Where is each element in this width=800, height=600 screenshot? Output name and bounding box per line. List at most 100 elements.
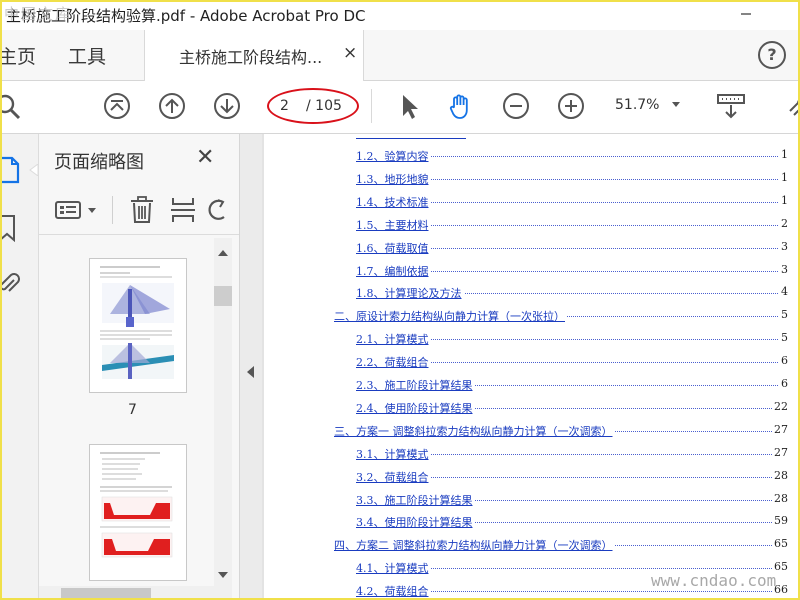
- scrollbar-thumb[interactable]: [214, 286, 232, 306]
- search-icon[interactable]: [0, 91, 22, 121]
- scroll-down-icon[interactable]: [218, 572, 228, 578]
- toc-entry-page: 2: [779, 216, 788, 230]
- scroll-up-icon[interactable]: [218, 250, 228, 256]
- highlight-ring: [267, 88, 359, 124]
- cut-off-toc-line: [356, 134, 466, 139]
- toc-entry-label: 4.2、荷载组合: [356, 583, 431, 600]
- zoom-in-icon[interactable]: [556, 91, 586, 121]
- tab-document[interactable]: 主桥施工阶段结构... ×: [144, 30, 364, 81]
- toc-entry-page: 5: [779, 331, 788, 345]
- scroll-mode-icon[interactable]: [716, 91, 746, 121]
- toc-entry-page: 6: [779, 354, 788, 368]
- zoom-dropdown-icon[interactable]: [672, 102, 680, 107]
- tab-tools[interactable]: 工具: [68, 42, 106, 69]
- thumbnail-list: 7: [39, 238, 215, 600]
- bookmarks-icon[interactable]: [0, 214, 20, 242]
- toc-entry[interactable]: 1.7、编制依据 3: [356, 261, 788, 281]
- toc-entry-label: 1.6、荷载取值: [356, 239, 431, 256]
- toc-entry[interactable]: 三、方案一 调整斜拉索力结构纵向静力计算（一次调索） 27: [334, 421, 788, 441]
- extract-pages-icon[interactable]: [170, 196, 196, 224]
- first-page-icon[interactable]: [102, 91, 132, 121]
- navigation-rail: [0, 134, 39, 600]
- document-tab-label: 主桥施工阶段结构...: [179, 48, 323, 67]
- active-indicator-icon: [29, 164, 38, 176]
- rotate-pages-icon[interactable]: [207, 198, 227, 224]
- toc-entry-label: 3.3、施工阶段计算结果: [356, 491, 475, 508]
- panel-splitter[interactable]: [240, 134, 262, 600]
- toc-entry[interactable]: 2.2、荷载组合 6: [356, 352, 788, 372]
- toc-entry-page: 1: [779, 170, 788, 184]
- toc-entry-label: 1.8、计算理论及方法: [356, 285, 464, 302]
- title-bar: 主桥施工阶段结构验算.pdf - Adobe Acrobat Pro DC 中国…: [0, 0, 800, 30]
- toc-entry-page: 27: [772, 445, 788, 459]
- toc-entry[interactable]: 1.5、主要材料 2: [356, 215, 788, 235]
- toc-entry-page: 4: [779, 285, 788, 299]
- main-toolbar: 2 / 105 51.7%: [0, 81, 800, 134]
- thumbnail-horizontal-scrollbar[interactable]: [39, 586, 215, 600]
- toc-entry-label: 1.2、验算内容: [356, 148, 431, 164]
- toc-entry-label: 2.3、施工阶段计算结果: [356, 377, 475, 393]
- close-tab-icon[interactable]: ×: [343, 43, 357, 63]
- thumbnail-scrollbar[interactable]: [214, 238, 232, 600]
- thumbnail-options-icon[interactable]: [55, 200, 83, 220]
- minimize-icon[interactable]: [738, 6, 754, 22]
- zoom-out-icon[interactable]: [501, 91, 531, 121]
- toc-entry-label: 1.4、技术标准: [356, 193, 431, 210]
- toc-entry[interactable]: 2.3、施工阶段计算结果 6: [356, 375, 788, 395]
- toolbar-divider: [371, 89, 372, 123]
- toc-entry[interactable]: 1.6、荷载取值 3: [356, 238, 788, 258]
- panel-title: 页面缩略图: [54, 152, 144, 173]
- horizontal-scroll-thumb[interactable]: [61, 588, 151, 598]
- zoom-level[interactable]: 51.7%: [615, 97, 659, 113]
- toc-entry-page: 1: [779, 193, 788, 207]
- toc-entry-page: 3: [779, 239, 788, 253]
- toc-entry[interactable]: 1.8、计算理论及方法 4: [356, 283, 788, 303]
- page-thumbnail[interactable]: [89, 444, 187, 581]
- page-number-box[interactable]: 2 / 105: [267, 88, 360, 124]
- toc-entry-label: 2.1、计算模式: [356, 331, 431, 348]
- toc-entry-label: 1.3、地形地貌: [356, 170, 431, 187]
- toc-entry[interactable]: 1.3、地形地貌 1: [356, 169, 788, 189]
- toc-entry[interactable]: 3.4、使用阶段计算结果 59: [356, 512, 788, 532]
- toolbar-divider: [112, 196, 113, 224]
- previous-page-icon[interactable]: [157, 91, 187, 121]
- tools-more-icon[interactable]: [784, 91, 800, 121]
- toc-entry[interactable]: 3.1、计算模式 27: [356, 444, 788, 464]
- pdf-page: 1.2、验算内容 1 1.3、地形地貌 1 1.4、技术标准 1 1.5、主要材料 2 1.6、…: [264, 134, 798, 600]
- toc-entry[interactable]: 2.1、计算模式 5: [356, 329, 788, 349]
- toc-entry[interactable]: 1.2、验算内容 1: [356, 146, 788, 166]
- attachments-icon[interactable]: [0, 270, 20, 298]
- delete-pages-icon[interactable]: [129, 196, 155, 224]
- help-icon[interactable]: ?: [758, 41, 786, 69]
- collapse-panel-icon[interactable]: [247, 366, 254, 378]
- toc-entry[interactable]: 四、方案二 调整斜拉索力结构纵向静力计算（一次调索） 65: [334, 535, 788, 555]
- next-page-icon[interactable]: [212, 91, 242, 121]
- thumbnail-toolbar: [39, 186, 239, 235]
- toc-entry-page: 6: [779, 377, 788, 390]
- close-panel-icon[interactable]: ✕: [196, 145, 214, 170]
- toc-entry-label: 四、方案二 调整斜拉索力结构纵向静力计算（一次调索）: [334, 537, 615, 554]
- toc-entry-label: 1.7、编制依据: [356, 262, 431, 279]
- thumbnail-preview-icon: [100, 452, 173, 558]
- toc-entry-page: 28: [772, 468, 788, 482]
- toc-entry-label: 3.4、使用阶段计算结果: [356, 514, 475, 531]
- page-thumbnail[interactable]: [89, 258, 187, 393]
- toc-entry[interactable]: 二、原设计索力结构纵向静力计算（一次张拉） 5: [334, 306, 788, 326]
- hand-tool-icon[interactable]: [446, 91, 476, 121]
- toc-entry[interactable]: 2.4、使用阶段计算结果 22: [356, 398, 788, 418]
- page-thumbnails-icon[interactable]: [0, 156, 22, 184]
- thumbnail-preview-icon: [100, 266, 174, 379]
- toc-entry-label: 三、方案一 调整斜拉索力结构纵向静力计算（一次调索）: [334, 422, 615, 439]
- options-dropdown-icon[interactable]: [88, 208, 96, 213]
- toc-entry-label: 1.5、主要材料: [356, 216, 431, 233]
- select-tool-icon[interactable]: [394, 91, 424, 121]
- watermark-logo: 中国文库: [4, 5, 73, 23]
- toc-entry[interactable]: 3.3、施工阶段计算结果 28: [356, 490, 788, 510]
- toc-entry[interactable]: 3.2、荷载组合 28: [356, 467, 788, 487]
- site-watermark: www.cndao.com: [651, 571, 777, 590]
- toc-entry-label: 2.2、荷载组合: [356, 354, 431, 371]
- tab-home[interactable]: 主页: [0, 42, 36, 69]
- toc-entry-page: 27: [772, 422, 788, 436]
- toc-entry[interactable]: 1.4、技术标准 1: [356, 192, 788, 212]
- document-viewport[interactable]: 1.2、验算内容 1 1.3、地形地貌 1 1.4、技术标准 1 1.5、主要材料 2 1.6、…: [262, 134, 800, 600]
